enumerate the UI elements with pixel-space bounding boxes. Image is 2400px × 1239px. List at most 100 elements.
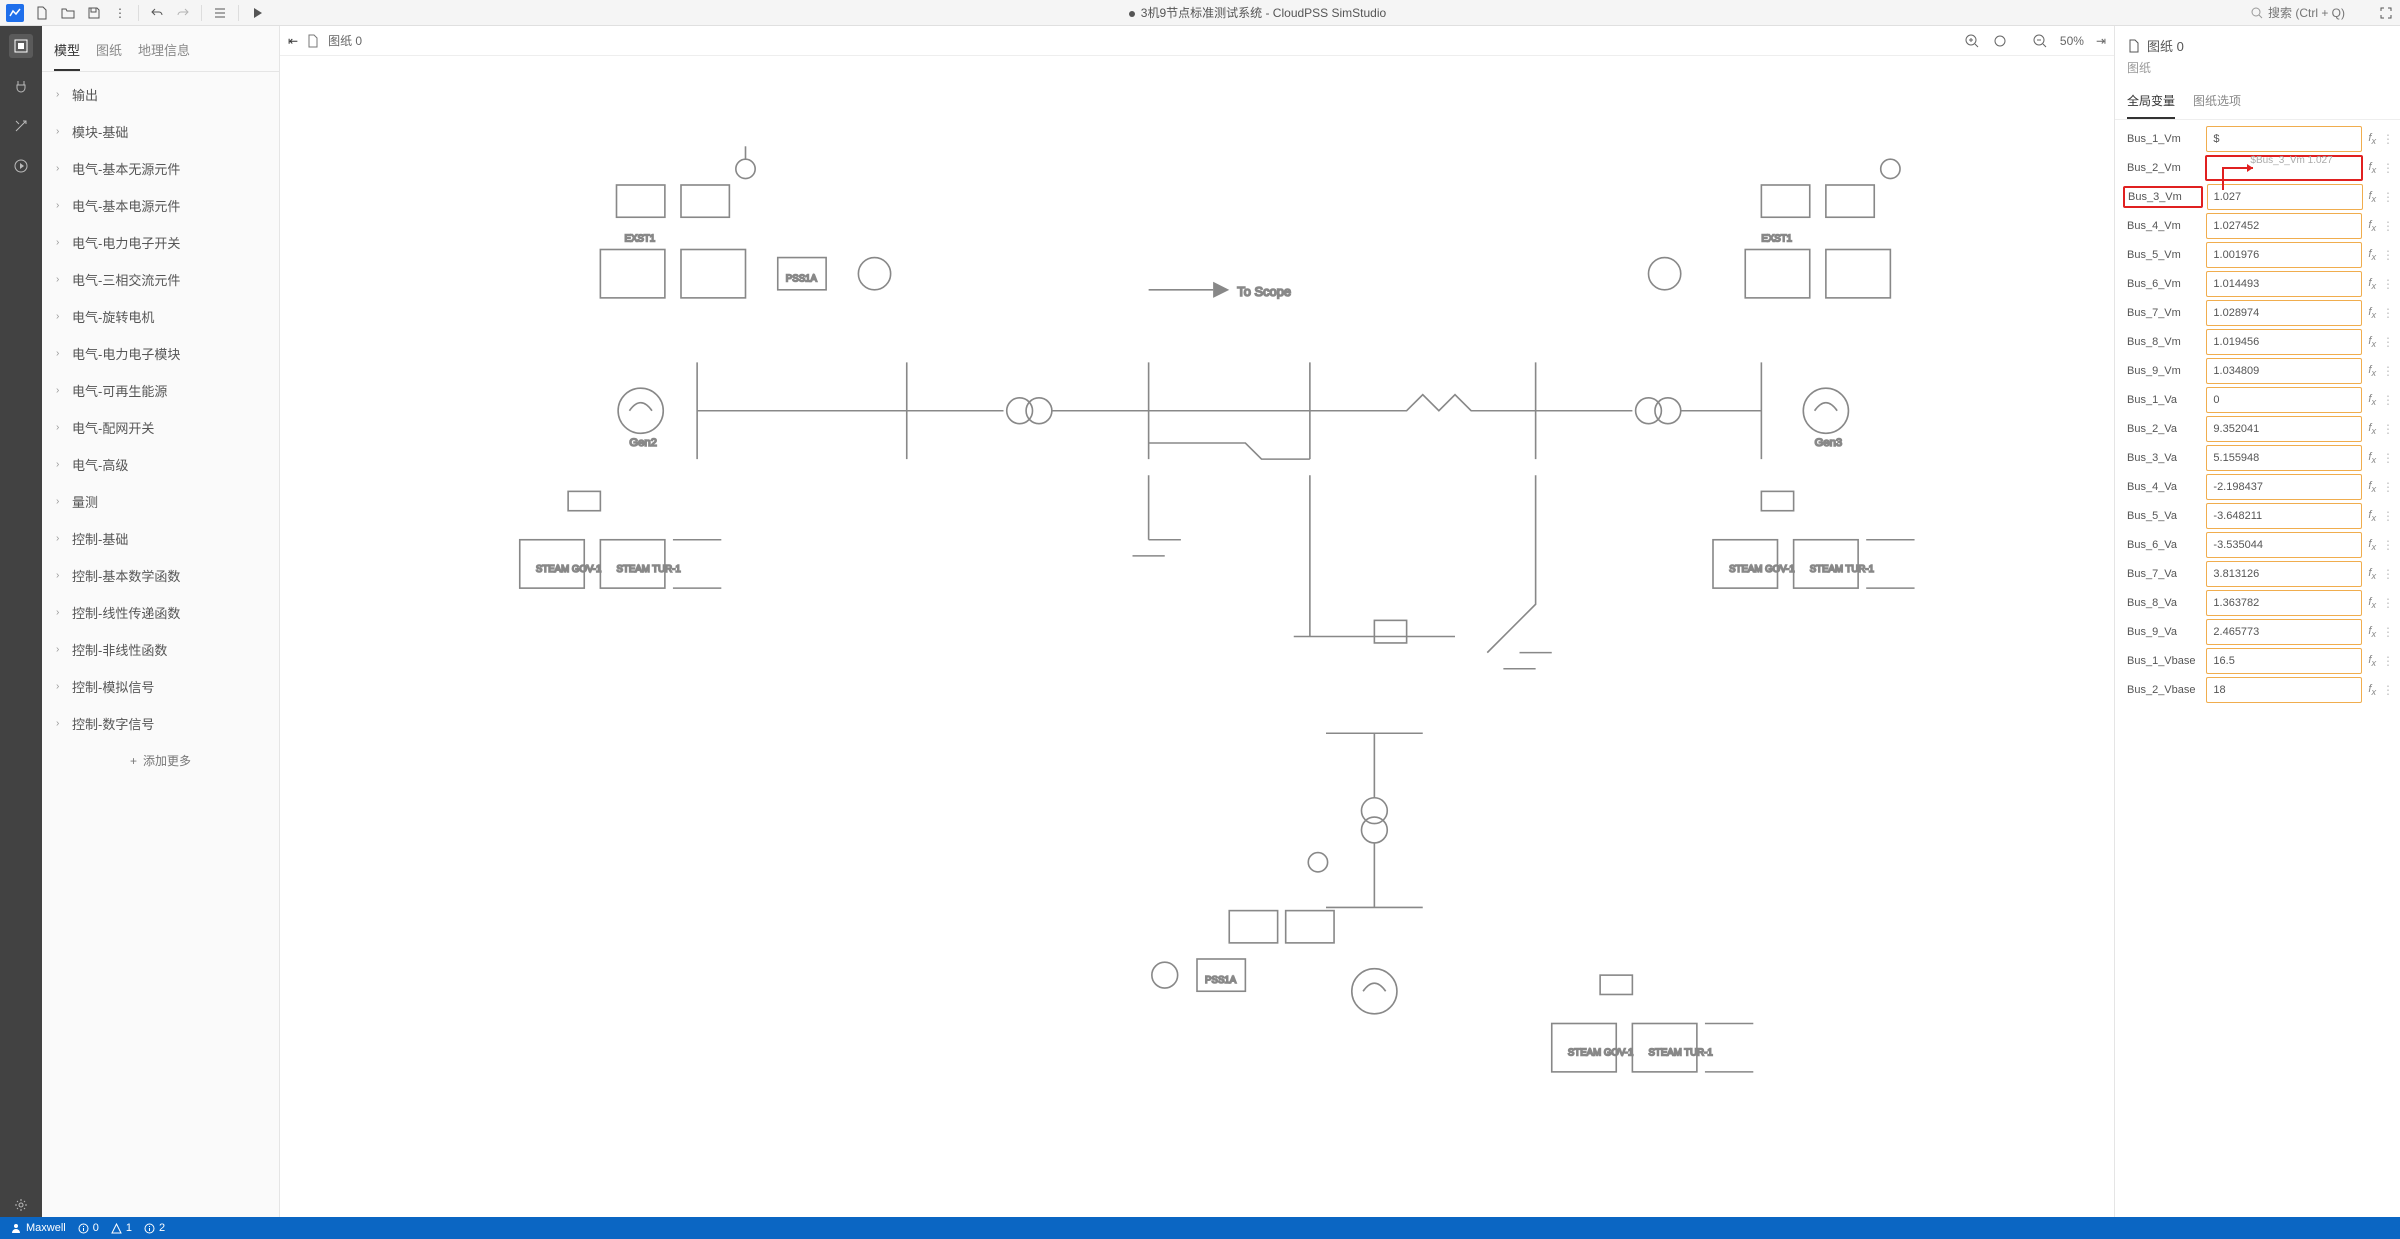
redo-icon[interactable] (175, 5, 191, 21)
drag-handle-icon[interactable]: ⋮ (2382, 219, 2392, 233)
save-icon[interactable] (86, 5, 102, 21)
variable-value-input[interactable] (2206, 677, 2362, 703)
drag-handle-icon[interactable]: ⋮ (2382, 364, 2392, 378)
fx-button[interactable]: fx (2366, 335, 2378, 349)
fx-button[interactable]: fx (2366, 306, 2378, 320)
variable-value-input[interactable] (2207, 184, 2363, 210)
variable-value-input[interactable] (2206, 590, 2362, 616)
category-item[interactable]: ›电气-电力电子开关 (42, 224, 279, 261)
fx-button[interactable]: fx (2366, 422, 2378, 436)
variable-value-input[interactable] (2206, 532, 2362, 558)
fx-button[interactable]: fx (2366, 625, 2378, 639)
app-logo-icon[interactable] (6, 4, 24, 22)
status-info2[interactable]: 2 (144, 1222, 165, 1234)
fx-button[interactable]: fx (2366, 248, 2378, 262)
panel-collapse-left-icon[interactable]: ⇤ (288, 34, 298, 48)
search-input[interactable] (2268, 6, 2368, 20)
drag-handle-icon[interactable]: ⋮ (2382, 683, 2392, 697)
activity-plug-icon[interactable] (9, 74, 33, 98)
drag-handle-icon[interactable]: ⋮ (2382, 625, 2392, 639)
status-warn[interactable]: 1 (111, 1222, 132, 1234)
fx-button[interactable]: fx (2367, 161, 2378, 175)
drag-handle-icon[interactable]: ⋮ (2382, 596, 2392, 610)
fullscreen-icon[interactable] (2378, 5, 2394, 21)
activity-settings-icon[interactable] (9, 1193, 33, 1217)
fx-button[interactable]: fx (2366, 219, 2378, 233)
category-item[interactable]: ›控制-非线性函数 (42, 631, 279, 668)
variable-value-input[interactable] (2206, 358, 2362, 384)
schematic-canvas[interactable]: To Scope EXST1 PSS1A STEAM GOV-1 STEAM T… (280, 56, 2114, 1217)
right-tab-global-vars[interactable]: 全局变量 (2127, 84, 2175, 119)
drag-handle-icon[interactable]: ⋮ (2382, 480, 2392, 494)
category-item[interactable]: ›量测 (42, 483, 279, 520)
variable-value-input[interactable] (2205, 155, 2363, 181)
fx-button[interactable]: fx (2366, 683, 2378, 697)
drag-handle-icon[interactable]: ⋮ (2382, 422, 2392, 436)
activity-play-icon[interactable] (9, 154, 33, 178)
variable-value-input[interactable] (2206, 213, 2362, 239)
variable-value-input[interactable] (2206, 271, 2362, 297)
status-user[interactable]: Maxwell (10, 1222, 66, 1234)
variable-value-input[interactable] (2206, 300, 2362, 326)
category-item[interactable]: ›控制-基础 (42, 520, 279, 557)
variable-value-input[interactable] (2206, 445, 2362, 471)
variable-value-input[interactable] (2206, 329, 2362, 355)
category-item[interactable]: ›电气-高级 (42, 446, 279, 483)
category-item[interactable]: ›电气-可再生能源 (42, 372, 279, 409)
status-info[interactable]: 0 (78, 1222, 99, 1234)
left-tab-model[interactable]: 模型 (54, 34, 80, 71)
category-item[interactable]: ›电气-基本无源元件 (42, 150, 279, 187)
zoom-level[interactable]: 50% (2060, 34, 2084, 48)
category-item[interactable]: ›电气-电力电子模块 (42, 335, 279, 372)
fx-button[interactable]: fx (2366, 538, 2378, 552)
fx-button[interactable]: fx (2366, 451, 2378, 465)
variable-value-input[interactable] (2206, 416, 2362, 442)
drag-handle-icon[interactable]: ⋮ (2382, 335, 2392, 349)
variable-value-input[interactable] (2206, 648, 2362, 674)
drag-handle-icon[interactable]: ⋮ (2382, 306, 2392, 320)
fx-button[interactable]: fx (2366, 393, 2378, 407)
category-item[interactable]: ›控制-模拟信号 (42, 668, 279, 705)
fx-button[interactable]: fx (2366, 277, 2378, 291)
category-item[interactable]: ›输出 (42, 76, 279, 113)
drag-handle-icon[interactable]: ⋮ (2382, 393, 2392, 407)
variable-value-input[interactable] (2206, 242, 2362, 268)
fx-button[interactable]: fx (2366, 654, 2378, 668)
category-item[interactable]: ›电气-基本电源元件 (42, 187, 279, 224)
drag-handle-icon[interactable]: ⋮ (2382, 277, 2392, 291)
fx-button[interactable]: fx (2366, 509, 2378, 523)
left-tab-sheet[interactable]: 图纸 (96, 34, 122, 71)
drag-handle-icon[interactable]: ⋮ (2382, 567, 2392, 581)
drag-handle-icon[interactable]: ⋮ (2382, 538, 2392, 552)
variable-value-input[interactable] (2206, 619, 2362, 645)
category-item[interactable]: ›控制-基本数学函数 (42, 557, 279, 594)
undo-icon[interactable] (149, 5, 165, 21)
drag-handle-icon[interactable]: ⋮ (2382, 190, 2392, 204)
fx-button[interactable]: fx (2366, 132, 2378, 146)
variable-value-input[interactable] (2206, 387, 2362, 413)
drag-handle-icon[interactable]: ⋮ (2382, 654, 2392, 668)
zoom-out-icon[interactable] (2032, 33, 2048, 49)
variable-value-input[interactable] (2206, 474, 2362, 500)
variable-value-input[interactable] (2206, 126, 2362, 152)
fx-button[interactable]: fx (2366, 596, 2378, 610)
zoom-fit-icon[interactable] (1992, 33, 2008, 49)
right-tab-sheet-options[interactable]: 图纸选项 (2193, 84, 2241, 119)
search-box[interactable] (2250, 6, 2368, 20)
drag-handle-icon[interactable]: ⋮ (2382, 451, 2392, 465)
category-item[interactable]: ›电气-三相交流元件 (42, 261, 279, 298)
variable-value-input[interactable] (2206, 561, 2362, 587)
more-icon[interactable]: ⋮ (112, 5, 128, 21)
list-icon[interactable] (212, 5, 228, 21)
activity-model-icon[interactable] (9, 34, 33, 58)
variable-value-input[interactable] (2206, 503, 2362, 529)
fx-button[interactable]: fx (2366, 364, 2378, 378)
category-item[interactable]: ›电气-旋转电机 (42, 298, 279, 335)
drag-handle-icon[interactable]: ⋮ (2382, 161, 2392, 175)
category-item[interactable]: ›电气-配网开关 (42, 409, 279, 446)
run-icon[interactable] (249, 5, 265, 21)
activity-tools-icon[interactable] (9, 114, 33, 138)
category-item[interactable]: ›模块-基础 (42, 113, 279, 150)
panel-collapse-right-icon[interactable]: ⇥ (2096, 34, 2106, 48)
category-item[interactable]: ›控制-线性传递函数 (42, 594, 279, 631)
